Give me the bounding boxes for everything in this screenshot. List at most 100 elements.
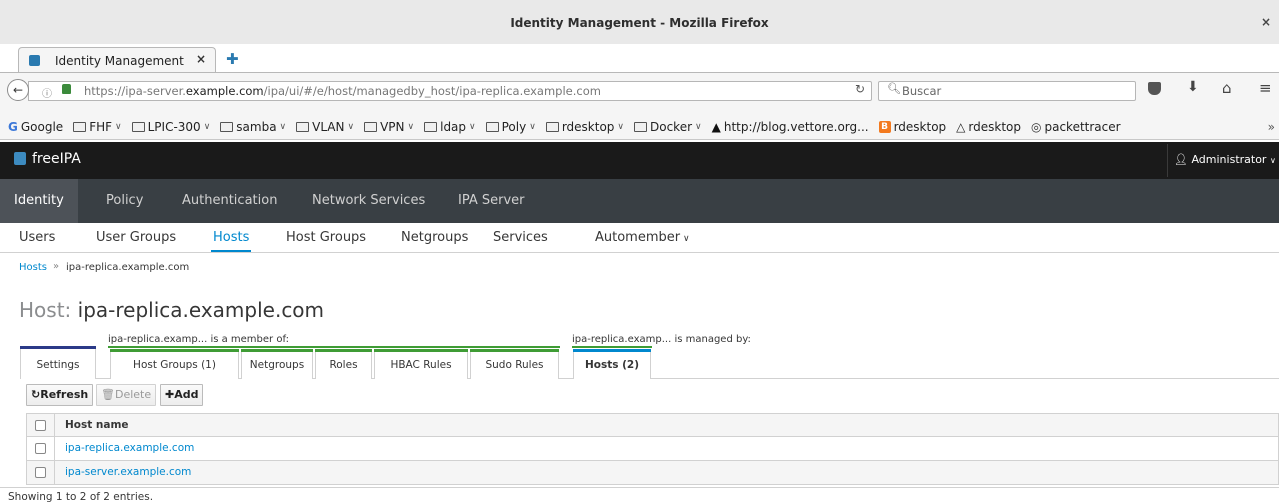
facet-tab-netgroups[interactable]: Netgroups [241,349,313,379]
bookmark-label: rdesktop [561,120,615,134]
subnav-item-services[interactable]: Services [493,230,548,245]
chevron-down-icon: ∨ [695,122,702,132]
subnav-item-users[interactable]: Users [19,230,55,245]
breadcrumb-current: ipa-replica.example.com [66,262,190,273]
bookmark-label: VPN [380,120,405,134]
back-arrow-icon[interactable]: ← [7,79,29,101]
row-select-cell [27,461,55,484]
lock-icon[interactable] [62,84,71,94]
google-icon: G [8,120,18,134]
subnav-item-automember[interactable]: Automember ∨ [595,230,690,245]
nav-tab-ipa-server[interactable]: IPA Server [444,179,539,223]
member-of-group-line [108,346,560,348]
download-icon[interactable]: ⬇ [1187,79,1199,95]
bookmark-label: VLAN [312,120,345,134]
bookmark-label: Poly [501,120,527,134]
table-row: ipa-replica.example.com [26,437,1279,461]
table-header-row: Host name [26,413,1279,437]
subnav-item-host-groups[interactable]: Host Groups [286,230,366,245]
delete-button[interactable]: 🗑︎Delete [96,384,157,406]
host-link[interactable]: ipa-server.example.com [65,461,191,484]
subnav-item-hosts[interactable]: Hosts [213,230,249,245]
chevron-down-icon: ∨ [115,122,122,132]
bookmarks-overflow-icon[interactable]: » [1268,120,1275,134]
folder-icon [485,122,499,132]
bookmark-item[interactable]: Poly ∨ [485,120,536,134]
table-row: ipa-server.example.com [26,461,1279,485]
pocket-icon[interactable] [1148,82,1161,95]
bookmark-item[interactable]: rdesktop ∨ [545,120,624,134]
folder-icon [545,122,559,132]
bookmark-label: LPIC-300 [147,120,201,134]
bookmark-label: samba [236,120,277,134]
facet-tab-managedby-hosts[interactable]: Hosts (2) [573,349,651,379]
chevron-down-icon: ∨ [279,122,287,132]
facet-tab-settings[interactable]: Settings [20,346,96,379]
bookmark-item[interactable]: Brdesktop [878,120,947,134]
bookmark-item[interactable]: ldap ∨ [424,120,476,134]
nav-tab-identity[interactable]: Identity [0,179,78,223]
header-divider [1167,144,1168,177]
bookmark-label: rdesktop [893,120,947,134]
bookmark-item[interactable]: VPN ∨ [364,120,414,134]
page-title-label: Host: [19,298,72,322]
window-title: Identity Management - Mozilla Firefox [510,16,769,30]
refresh-button[interactable]: ↻Refresh [26,384,94,406]
url-path: /ipa/ui/#/e/host/managedby_host/ipa-repl… [263,84,601,98]
add-button[interactable]: ✚Add [160,384,204,406]
nav-tab-authentication[interactable]: Authentication [168,179,291,223]
select-all-checkbox[interactable] [35,420,46,431]
info-icon[interactable]: ⓘ [42,85,52,100]
home-icon[interactable]: ⌂ [1222,79,1232,97]
folder-icon [634,122,647,132]
folder-icon [131,122,145,132]
nav-tab-network-services[interactable]: Network Services [298,179,439,223]
bookmark-item[interactable]: △ rdesktop [956,120,1021,134]
subnav-item-netgroups[interactable]: Netgroups [401,230,468,245]
bookmark-item[interactable]: Docker ∨ [634,120,702,134]
managed-by-group-label: ipa-replica.examp... is managed by: [572,334,751,345]
bookmark-item[interactable]: ▲ http://blog.vettore.org... [712,120,869,134]
facet-tab-hbac-rules[interactable]: HBAC Rules [374,349,468,379]
folder-icon [220,122,234,132]
facet-tab-sudo-rules[interactable]: Sudo Rules [470,349,559,379]
page-title-name: ipa-replica.example.com [77,298,325,322]
bookmark-item[interactable]: samba ∨ [220,120,286,134]
window-close-icon[interactable]: × [1261,15,1271,29]
nav-tab-policy[interactable]: Policy [92,179,157,223]
refresh-label: Refresh [40,388,89,401]
new-tab-icon[interactable]: ✚ [226,50,239,68]
freeipa-favicon-icon [29,55,40,66]
row-checkbox[interactable] [35,443,46,454]
bookmark-label: http://blog.vettore.org... [723,120,869,134]
bookmark-item[interactable]: VLAN ∨ [296,120,354,134]
breadcrumb-hosts-link[interactable]: Hosts [19,262,47,273]
member-of-group-label: ipa-replica.examp... is a member of: [108,334,289,345]
tab-close-icon[interactable]: × [196,52,206,66]
url-text[interactable]: https://ipa-server.example.com/ipa/ui/#/… [84,84,601,98]
column-header-host-name: Host name [65,419,129,431]
subnav-label: Users [19,230,56,245]
breadcrumb-separator: » [53,261,60,272]
bookmark-label: FHF [89,120,113,134]
reload-icon[interactable]: ↻ [855,82,865,96]
row-checkbox[interactable] [35,467,46,478]
subnav-label: Services [493,230,548,245]
host-link[interactable]: ipa-replica.example.com [65,437,194,460]
facet-tab-host-groups[interactable]: Host Groups (1) [110,349,239,379]
user-menu[interactable]: 👤︎ Administrator ∨ [1174,153,1276,166]
browser-tab[interactable]: Identity Management [18,47,216,73]
chevron-down-icon: ∨ [347,122,355,132]
bookmark-label: packettracer [1044,120,1121,134]
bookmark-item[interactable]: LPIC-300 ∨ [131,120,210,134]
subnav-label: Hosts [213,230,250,245]
subnav-label: Automember [595,230,681,245]
facet-tab-roles[interactable]: Roles [315,349,372,379]
subnav-item-user-groups[interactable]: User Groups [96,230,176,245]
bookmark-item[interactable]: FHF ∨ [73,120,122,134]
hamburger-menu-icon[interactable]: ≡ [1259,79,1272,97]
bookmark-item[interactable]: G Google [8,120,63,134]
bookmark-item[interactable]: ◎ packettracer [1031,120,1121,134]
active-subnav-indicator [211,250,251,252]
url-domain: example.com [185,84,264,98]
